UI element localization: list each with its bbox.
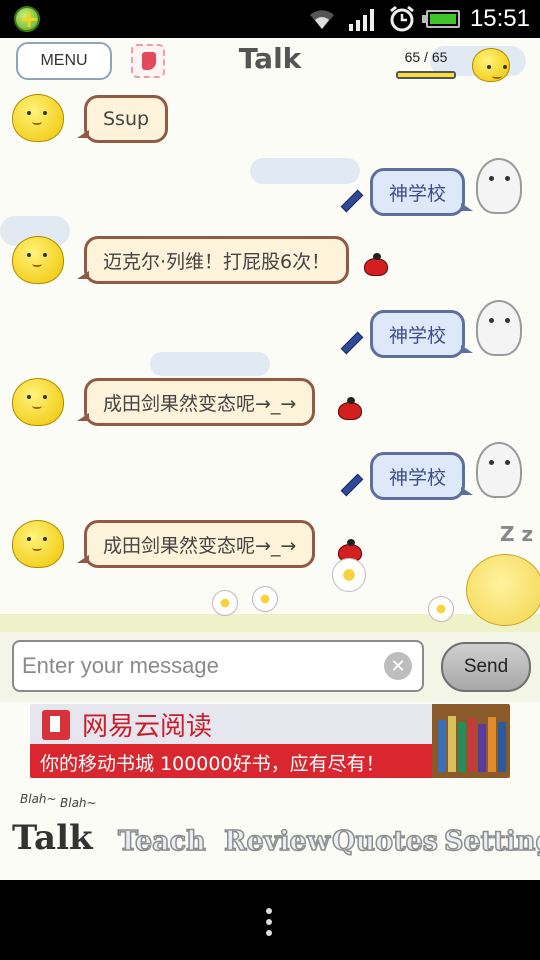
clear-icon[interactable]: ✕ (384, 652, 412, 680)
pencil-icon[interactable] (340, 190, 362, 212)
message-field: ✕ (12, 640, 424, 692)
blah-label: Blah~ (60, 796, 97, 810)
bottom-tab-bar: Blah~ Blah~ Talk Teach Review Quotes Set… (0, 780, 540, 880)
tab-talk[interactable]: Talk (12, 818, 93, 858)
page-title: Talk (238, 42, 302, 75)
app-screen: MENU Talk 65 / 65 Ssup 神学校 迈克尔·列维！打屁股6次！… (0, 38, 540, 880)
send-button[interactable]: Send (441, 642, 531, 692)
bot-avatar (12, 378, 64, 426)
bot-message-bubble: 成田剑果然变态呢→_→ (76, 378, 316, 426)
pencil-icon[interactable] (340, 332, 362, 354)
message-input[interactable] (14, 642, 374, 690)
counter-progress-bar (396, 71, 456, 79)
wifi-icon (309, 10, 334, 29)
cloud-decoration (250, 158, 360, 184)
signal-icon (348, 9, 374, 31)
chick-mascot-icon (472, 48, 510, 82)
bot-avatar (12, 236, 64, 284)
user-avatar (476, 300, 522, 356)
flower-decoration (252, 586, 278, 612)
sleeping-chick-decoration (466, 554, 540, 626)
flower-decoration (212, 590, 238, 616)
composer: ✕ Send (0, 632, 540, 702)
sleep-zz-decoration: Z z (500, 522, 534, 546)
bot-avatar (12, 520, 64, 568)
ad-brand: 网易云阅读 (82, 712, 213, 742)
system-nav-bar (0, 880, 540, 960)
ad-logo-icon (42, 710, 70, 740)
user-message-bubble: 神学校 (370, 310, 474, 358)
alarm-icon (390, 5, 414, 32)
pencil-icon[interactable] (340, 474, 362, 496)
app-notification-icon (14, 5, 40, 33)
user-avatar (476, 442, 522, 498)
ad-banner[interactable]: 网易云阅读 你的移动书城 100000好书，应有尽有！ (30, 704, 510, 778)
overflow-menu-icon[interactable] (266, 908, 274, 940)
bot-message-bubble: Ssup (76, 95, 169, 143)
tab-setting[interactable]: Setting (443, 825, 540, 858)
blah-label: Blah~ (20, 792, 57, 806)
bot-message-bubble: 成田剑果然变态呢→_→ (76, 520, 316, 568)
message-counter: 65 / 65 (404, 49, 448, 65)
flower-decoration (332, 558, 366, 592)
tab-quotes[interactable]: Quotes (331, 825, 439, 858)
bookshelf-icon (432, 704, 510, 778)
ladybug-icon[interactable] (364, 253, 388, 276)
bot-avatar (12, 94, 64, 142)
flower-decoration (428, 596, 454, 622)
tab-teach[interactable]: Teach (117, 825, 206, 858)
user-avatar (476, 158, 522, 214)
battery-icon (421, 10, 460, 28)
status-time: 15:51 (469, 5, 530, 32)
tab-review[interactable]: Review (223, 825, 330, 858)
user-message-bubble: 神学校 (370, 452, 474, 500)
status-bar: 15:51 (0, 0, 540, 38)
bot-message-bubble: 迈克尔·列维！打屁股6次！ (76, 236, 350, 284)
cloud-decoration (150, 352, 270, 376)
user-message-bubble: 神学校 (370, 168, 474, 216)
ladybug-icon[interactable] (338, 397, 362, 420)
ad-text: 你的移动书城 100000好书，应有尽有！ (40, 753, 385, 775)
